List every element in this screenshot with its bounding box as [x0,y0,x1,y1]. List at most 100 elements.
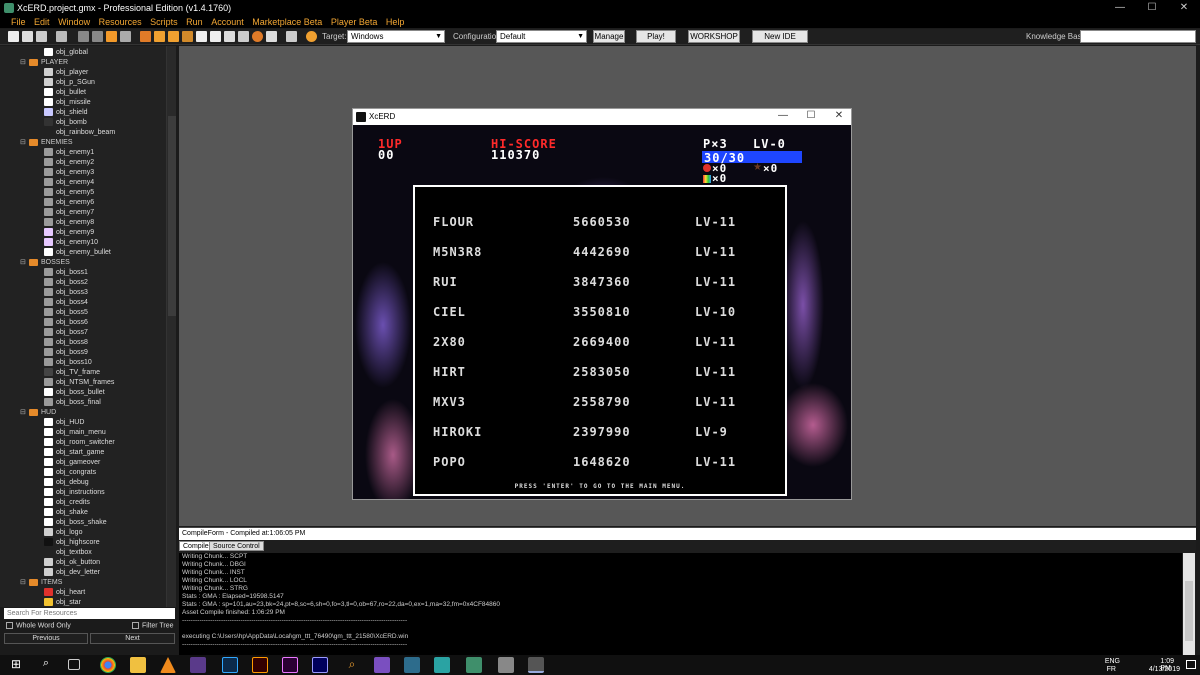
search-icon[interactable]: ⌕ [38,657,54,673]
sprite-icon[interactable] [140,31,151,42]
game-info-icon[interactable] [286,31,297,42]
tree-object-item[interactable]: obj_congrats [44,468,96,478]
tree-folder[interactable]: ⊟ BOSSES [20,258,70,268]
windows-start-icon[interactable]: ⊞ [8,657,24,673]
vlc-icon[interactable] [160,657,176,673]
compile-log-scrollbar[interactable] [1183,553,1195,656]
tab-compile[interactable]: Compile [179,541,213,551]
filter-tree-checkbox[interactable]: Filter Tree [132,622,174,629]
tree-object-item[interactable]: obj_enemy7 [44,208,94,218]
new-ide-button[interactable]: New IDE [752,30,808,43]
tree-object-item[interactable]: obj_NTSM_frames [44,378,114,388]
tree-object-item[interactable]: obj_p_SGun [44,78,95,88]
game-close-button[interactable]: ✕ [831,110,847,121]
menu-help[interactable]: Help [386,17,405,27]
font-icon[interactable] [224,31,235,42]
collapse-icon[interactable]: ⊟ [20,258,27,268]
tree-object-item[interactable]: obj_shake [44,508,88,518]
menu-account[interactable]: Account [211,17,244,27]
tree-folder[interactable]: ⊟ ENEMIES [20,138,73,148]
checkbox-box[interactable] [132,622,139,629]
xcerd-game-icon[interactable] [528,657,544,673]
tree-object-item[interactable]: obj_start_game [44,448,104,458]
tree-folder[interactable]: ⊟ HUD [20,408,56,418]
object-icon[interactable] [252,31,263,42]
clean-icon[interactable] [120,31,131,42]
tree-object-item[interactable]: obj_player [44,68,88,78]
game-minimize-button[interactable]: — [775,110,791,121]
tree-object-item[interactable]: obj_room_switcher [44,438,115,448]
sound-icon[interactable] [154,31,165,42]
app-icon[interactable] [404,657,420,673]
open-project-icon[interactable] [22,31,33,42]
tree-object-item[interactable]: obj_enemy4 [44,178,94,188]
configuration-select[interactable]: Default ▼ [496,30,587,43]
tree-object-item[interactable]: obj_enemy6 [44,198,94,208]
checkbox-box[interactable] [6,622,13,629]
tree-object-item[interactable]: obj_enemy_bullet [44,248,111,258]
tree-object-item[interactable]: obj_logo [44,528,82,538]
knowledge-base-input[interactable] [1080,30,1196,43]
app-icon[interactable] [374,657,390,673]
workshop-button[interactable]: WORKSHOP [688,30,740,43]
app-icon[interactable] [498,657,514,673]
tree-object-item[interactable]: obj_dev_letter [44,568,100,578]
app-icon[interactable] [190,657,206,673]
tab-source-control[interactable]: Source Control [209,541,264,551]
next-button[interactable]: Next [90,633,175,644]
clock-date[interactable]: 4/13/2019 [1149,666,1180,673]
keyboard-layout[interactable]: FR [1107,666,1116,673]
collapse-icon[interactable]: ⊟ [20,138,27,148]
tree-object-item[interactable]: obj_highscore [44,538,100,548]
debug-icon[interactable] [92,31,103,42]
tree-object-item[interactable]: obj_enemy2 [44,158,94,168]
resource-search-input[interactable]: Search For Resources [4,608,175,619]
tree-object-item[interactable]: obj_boss9 [44,348,88,358]
tree-object-item[interactable]: obj_HUD [44,418,84,428]
run-icon[interactable] [78,31,89,42]
tree-object-item[interactable]: obj_enemy1 [44,148,94,158]
tree-object-item[interactable]: obj_enemy10 [44,238,98,248]
keyboard-language[interactable]: ENG [1105,658,1120,665]
tree-object-item[interactable]: obj_textbox [44,548,92,558]
manage-button[interactable]: Manage [593,30,625,43]
save-project-icon[interactable] [36,31,47,42]
menu-window[interactable]: Window [58,17,90,27]
previous-button[interactable]: Previous [4,633,88,644]
tree-object-item[interactable]: obj_bomb [44,118,87,128]
tree-object-item[interactable]: obj_enemy5 [44,188,94,198]
tree-object-item[interactable]: obj_boss7 [44,328,88,338]
tree-object-item[interactable]: obj_TV_frame [44,368,100,378]
minimize-button[interactable]: — [1104,0,1136,16]
target-select[interactable]: Windows ▼ [347,30,445,43]
help-icon[interactable] [306,31,317,42]
shader-icon[interactable] [210,31,221,42]
menu-edit[interactable]: Edit [34,17,50,27]
menu-run[interactable]: Run [186,17,203,27]
photoshop-icon[interactable] [222,657,238,673]
tree-object-item[interactable]: obj_instructions [44,488,105,498]
resource-tree-scrollbar[interactable] [166,46,176,607]
play-button[interactable]: Play! [636,30,676,43]
tree-object-item[interactable]: obj_bullet [44,88,86,98]
illustrator-icon[interactable] [252,657,268,673]
tree-object-item[interactable]: obj_boss_shake [44,518,107,528]
tree-folder[interactable]: ⊟ PLAYER [20,58,68,68]
tree-object-item[interactable]: obj_shield [44,108,88,118]
collapse-icon[interactable]: ⊟ [20,58,27,68]
game-canvas[interactable]: 1UP 00 HI-SCORE 110370 P×3 LV-0 30/30 ×0… [353,125,851,499]
game-window[interactable]: XcERD — ☐ ✕ 1UP 00 HI-SCORE 110370 P×3 L… [352,108,852,500]
search-tool-icon[interactable]: ⌕ [344,657,360,673]
tree-object-item[interactable]: obj_enemy8 [44,218,94,228]
tree-object-item[interactable]: obj_global [44,48,88,58]
script-icon[interactable] [196,31,207,42]
tree-object-item[interactable]: obj_boss2 [44,278,88,288]
gamemaker-icon[interactable] [466,657,482,673]
after-effects-icon[interactable] [312,657,328,673]
timeline-icon[interactable] [238,31,249,42]
tree-object-item[interactable]: obj_heart [44,588,85,598]
tree-object-item[interactable]: obj_credits [44,498,90,508]
premiere-icon[interactable] [282,657,298,673]
chrome-icon[interactable] [100,657,116,673]
resource-tree[interactable]: obj_global ⊟ PLAYER obj_player obj_p_SGun obj… [0,46,176,607]
